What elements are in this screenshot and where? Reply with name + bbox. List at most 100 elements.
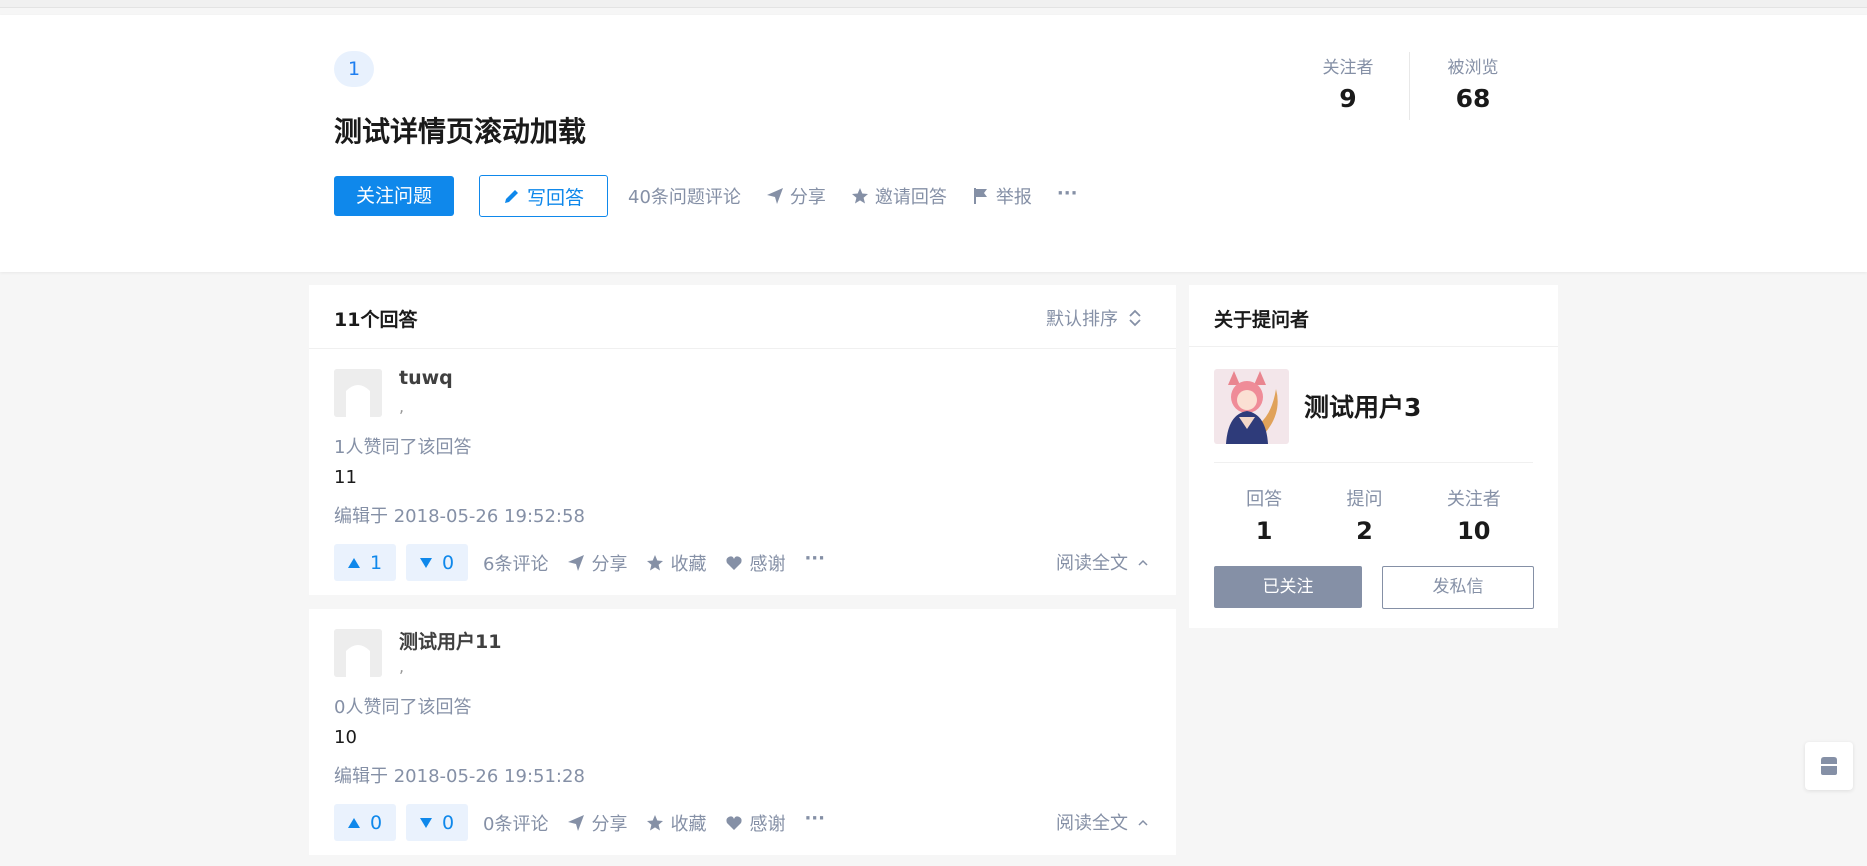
thanks-label: 感谢 — [749, 553, 786, 575]
answer-vote-summary: 0人赞同了该回答 — [334, 697, 472, 718]
vote-group: 0 0 — [334, 804, 468, 841]
flag-icon — [972, 187, 990, 205]
invite-answer-button[interactable]: 邀请回答 — [851, 183, 947, 209]
answer-collect-button[interactable]: 收藏 — [646, 550, 706, 576]
answer-thanks-button[interactable]: 感谢 — [725, 550, 785, 576]
answer-author-bio: , — [399, 657, 405, 676]
answer-collect-button[interactable]: 收藏 — [646, 810, 706, 836]
followers-label: 关注者 — [1322, 58, 1374, 78]
stat-label: 关注者 — [1446, 489, 1501, 510]
followed-button[interactable]: 已关注 — [1214, 566, 1362, 608]
stat-label: 提问 — [1346, 489, 1383, 510]
downvote-button[interactable]: 0 — [406, 804, 468, 841]
answer-edit-date: 编辑于 2018-05-26 19:51:28 — [334, 766, 585, 787]
answer-thanks-button[interactable]: 感谢 — [725, 810, 785, 836]
stat-value: 10 — [1457, 517, 1491, 545]
avatar[interactable] — [334, 629, 382, 677]
collect-label: 收藏 — [670, 813, 707, 835]
send-message-button[interactable]: 发私信 — [1382, 566, 1534, 609]
avatar[interactable] — [334, 369, 382, 417]
asker-stats: 回答 1 提问 2 关注者 10 — [1214, 485, 1533, 545]
answer-edit-date: 编辑于 2018-05-26 19:52:58 — [334, 506, 585, 527]
stat-value: 2 — [1356, 517, 1373, 545]
downvote-button[interactable]: 0 — [406, 544, 468, 581]
divider — [1214, 462, 1533, 463]
answer-author-name[interactable]: 测试用户11 — [399, 627, 501, 654]
box-icon — [1818, 756, 1840, 776]
follow-question-button[interactable]: 关注问题 — [334, 176, 454, 216]
answer-action-bar: 0 0 0条评论 分享 收藏 感谢 ··· — [334, 804, 825, 841]
collect-label: 收藏 — [670, 553, 707, 575]
chevron-up-icon — [1138, 558, 1148, 566]
triangle-down-icon — [419, 557, 432, 568]
question-title: 测试详情页滚动加载 — [334, 115, 587, 148]
asker-card-title: 关于提问者 — [1189, 285, 1558, 347]
paper-plane-icon — [567, 554, 585, 572]
answer-comments-link[interactable]: 0条评论 — [483, 810, 548, 836]
question-comments-link[interactable]: 40条问题评论 — [628, 183, 741, 209]
asker-avatar[interactable] — [1214, 369, 1289, 444]
star-icon — [851, 187, 869, 205]
answer-comments-link[interactable]: 6条评论 — [483, 550, 548, 576]
followers-stat: 关注者 9 — [1285, 53, 1411, 113]
report-button[interactable]: 举报 — [972, 183, 1032, 209]
paper-plane-icon — [567, 814, 585, 832]
stat-label: 回答 — [1246, 489, 1283, 510]
share-label: 分享 — [591, 813, 628, 835]
answer-share-button[interactable]: 分享 — [567, 810, 627, 836]
heart-icon — [725, 814, 743, 832]
chevron-up-icon — [1138, 818, 1148, 826]
star-icon — [646, 554, 664, 572]
downvote-count: 0 — [441, 811, 455, 834]
views-label: 被浏览 — [1447, 58, 1499, 78]
share-question-button[interactable]: 分享 — [766, 183, 826, 209]
write-answer-label: 写回答 — [526, 186, 584, 209]
thanks-label: 感谢 — [749, 813, 786, 835]
sort-dropdown[interactable]: 默认排序 — [1046, 305, 1142, 331]
answer-author-bio: , — [399, 397, 405, 416]
answers-panel: 11个回答 默认排序 tuwq , 1人赞同了该回答 11 编辑于 2018-0… — [309, 285, 1176, 866]
answer-content: 10 — [334, 727, 357, 748]
sort-toggle-icon — [1128, 309, 1142, 327]
report-label: 举报 — [995, 187, 1032, 208]
answer-share-button[interactable]: 分享 — [567, 550, 627, 576]
answers-header: 11个回答 默认排序 — [309, 285, 1176, 349]
stat-value: 1 — [1255, 517, 1273, 545]
upvote-button[interactable]: 0 — [334, 804, 396, 841]
asker-answers-stat[interactable]: 回答 1 — [1246, 485, 1282, 545]
answer-content: 11 — [334, 467, 357, 488]
answer-action-bar: 1 0 6条评论 分享 收藏 感谢 ··· — [334, 544, 825, 581]
downvote-count: 0 — [441, 551, 455, 574]
answer-author-name[interactable]: tuwq — [399, 367, 453, 389]
answer-item: 测试用户11 , 0人赞同了该回答 10 编辑于 2018-05-26 19:5… — [309, 609, 1176, 855]
question-topic-badge[interactable]: 1 — [334, 51, 374, 87]
asker-questions-stat[interactable]: 提问 2 — [1346, 485, 1382, 545]
paper-plane-icon — [766, 187, 784, 205]
share-label: 分享 — [789, 187, 826, 208]
more-options-button[interactable]: ··· — [1057, 183, 1078, 204]
upvote-button[interactable]: 1 — [334, 544, 396, 581]
read-all-toggle[interactable]: 阅读全文 — [1056, 809, 1148, 835]
answer-more-button[interactable]: ··· — [804, 808, 825, 829]
read-all-label: 阅读全文 — [1056, 813, 1128, 834]
asker-name[interactable]: 测试用户3 — [1304, 388, 1421, 424]
pencil-icon — [503, 187, 521, 205]
triangle-down-icon — [419, 817, 432, 828]
top-navbar — [0, 0, 1867, 8]
triangle-up-icon — [347, 817, 360, 828]
triangle-up-icon — [347, 557, 360, 568]
floating-box-button[interactable] — [1805, 742, 1853, 790]
asker-card: 关于提问者 测试用户3 回答 1 提问 2 关注者 10 已关注 发私信 — [1189, 285, 1558, 628]
answer-more-button[interactable]: ··· — [804, 548, 825, 569]
write-answer-button[interactable]: 写回答 — [479, 175, 608, 217]
asker-followers-stat[interactable]: 关注者 10 — [1447, 485, 1501, 545]
read-all-toggle[interactable]: 阅读全文 — [1056, 549, 1148, 575]
answer-vote-summary: 1人赞同了该回答 — [334, 437, 472, 458]
star-icon — [646, 814, 664, 832]
upvote-count: 0 — [369, 811, 383, 834]
upvote-count: 1 — [369, 551, 383, 574]
share-label: 分享 — [591, 553, 628, 575]
heart-icon — [725, 554, 743, 572]
views-count: 68 — [1455, 84, 1491, 113]
question-action-bar: 40条问题评论 分享 邀请回答 举报 ··· — [628, 183, 1077, 209]
